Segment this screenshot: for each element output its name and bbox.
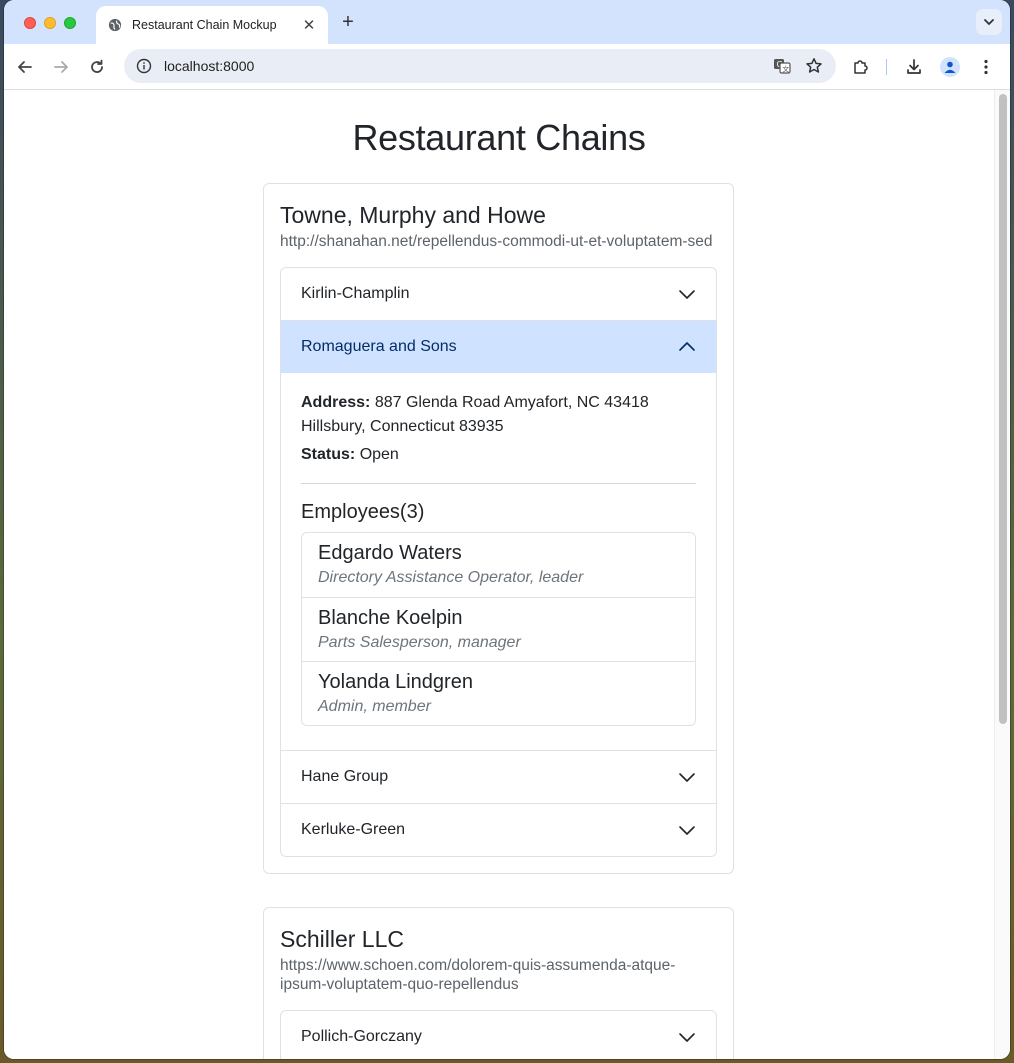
- location-item: Romaguera and Sons Address: 887 Glenda R…: [281, 320, 716, 750]
- location-item: Kerluke-Green: [281, 803, 716, 856]
- chain-name: Towne, Murphy and Howe: [280, 202, 546, 228]
- maximize-window-button[interactable]: [64, 17, 76, 29]
- downloads-button[interactable]: [903, 56, 925, 78]
- location-item: Pollich-Gorczany: [281, 1011, 716, 1059]
- status-label: Status:: [301, 446, 356, 463]
- location-header-kirlin-champlin[interactable]: Kirlin-Champlin: [281, 268, 716, 320]
- window-controls: [24, 17, 76, 29]
- locations-accordion: Kirlin-Champlin Romaguera and Sons Addre…: [280, 267, 717, 857]
- status-value: Open: [359, 446, 399, 463]
- chevron-down-icon: [679, 826, 695, 835]
- scrollbar-thumb[interactable]: [999, 94, 1007, 724]
- avatar: [940, 57, 960, 77]
- chevron-down-icon: [679, 290, 695, 299]
- toolbar-separator: [886, 59, 887, 75]
- translate-button[interactable]: G 文: [772, 56, 792, 76]
- bookmark-button[interactable]: [804, 56, 824, 76]
- page-title: Restaurant Chains: [352, 117, 646, 158]
- more-vert-icon: [984, 59, 988, 75]
- reload-icon: [91, 59, 103, 73]
- employee-list: Edgardo Waters Directory Assistance Oper…: [301, 532, 696, 726]
- minimize-window-button[interactable]: [44, 17, 56, 29]
- svg-text:文: 文: [782, 65, 789, 74]
- browser-window: Restaurant Chain Mockup ✕ + localhost:80…: [4, 0, 1010, 1059]
- close-window-button[interactable]: [24, 17, 36, 29]
- employee-role: Admin, member: [318, 698, 431, 715]
- page-content: Restaurant Chains Towne, Murphy and Howe…: [4, 90, 994, 1059]
- employee-item: Yolanda Lindgren Admin, member: [302, 661, 695, 725]
- location-header-hane-group[interactable]: Hane Group: [281, 751, 716, 803]
- address-line: Address: 887 Glenda Road Amyafort, NC 43…: [301, 391, 696, 439]
- employee-name: Yolanda Lindgren: [318, 671, 473, 693]
- browser-tab-active[interactable]: Restaurant Chain Mockup ✕: [96, 6, 328, 44]
- location-header-kerluke-green[interactable]: Kerluke-Green: [281, 804, 716, 856]
- tab-search-button[interactable]: [976, 9, 1002, 35]
- reload-button[interactable]: [86, 56, 108, 78]
- location-name: Kerluke-Green: [301, 821, 406, 838]
- employees-title: Employees(3): [301, 501, 425, 523]
- tab-close-icon[interactable]: ✕: [300, 16, 318, 34]
- divider: [301, 483, 696, 484]
- employee-name: Blanche Koelpin: [318, 607, 463, 629]
- chevron-down-icon: [984, 19, 994, 26]
- address-label: Address:: [301, 394, 371, 411]
- arrow-right-icon: [54, 61, 68, 73]
- person-icon: [944, 61, 956, 73]
- site-info-icon[interactable]: [136, 58, 152, 74]
- chain-name: Schiller LLC: [280, 926, 404, 952]
- globe-icon: [108, 18, 122, 32]
- puzzle-piece-icon: [854, 60, 868, 74]
- location-name: Romaguera and Sons: [301, 338, 457, 355]
- chain-card: Schiller LLC https://www.schoen.com/dolo…: [263, 907, 734, 1059]
- employee-name: Edgardo Waters: [318, 542, 462, 564]
- location-name: Kirlin-Champlin: [301, 285, 410, 302]
- employee-item: Blanche Koelpin Parts Salesperson, manag…: [302, 597, 695, 661]
- tab-title: Restaurant Chain Mockup: [132, 18, 277, 32]
- status-line: Status: Open: [301, 443, 696, 467]
- translate-icon: G 文: [774, 59, 791, 74]
- star-icon: [806, 58, 822, 73]
- location-item: Kirlin-Champlin: [281, 268, 716, 320]
- address-bar[interactable]: localhost:8000 G 文: [124, 49, 836, 83]
- locations-accordion: Pollich-Gorczany: [280, 1010, 717, 1059]
- employee-role: Parts Salesperson, manager: [318, 634, 521, 651]
- chain-url: http://shanahan.net/repellendus-commodi-…: [280, 233, 713, 250]
- browser-menu-button[interactable]: [975, 56, 997, 78]
- chevron-down-icon: [679, 1033, 695, 1042]
- employee-item: Edgardo Waters Directory Assistance Oper…: [302, 533, 695, 597]
- chevron-up-icon: [679, 342, 695, 351]
- tab-strip: Restaurant Chain Mockup ✕ +: [4, 0, 1010, 44]
- browser-toolbar: localhost:8000 G 文: [4, 44, 1010, 90]
- location-name: Pollich-Gorczany: [301, 1028, 422, 1045]
- page-scrollbar[interactable]: [994, 90, 1010, 1059]
- location-details: Address: 887 Glenda Road Amyafort, NC 43…: [281, 373, 716, 750]
- new-tab-button[interactable]: +: [338, 11, 358, 34]
- arrow-left-icon: [18, 61, 32, 73]
- profile-button[interactable]: [939, 56, 961, 78]
- employee-role: Directory Assistance Operator, leader: [318, 569, 584, 586]
- location-header-romaguera-and-sons[interactable]: Romaguera and Sons: [281, 321, 716, 373]
- chain-card: Towne, Murphy and Howe http://shanahan.n…: [263, 183, 734, 874]
- url-text[interactable]: localhost:8000: [164, 58, 772, 74]
- chain-url: https://www.schoen.com/dolorem-quis-assu…: [280, 957, 676, 993]
- location-item: Hane Group: [281, 750, 716, 803]
- chevron-down-icon: [679, 773, 695, 782]
- extensions-button[interactable]: [850, 56, 872, 78]
- download-icon: [907, 59, 921, 74]
- location-header-pollich-gorczany[interactable]: Pollich-Gorczany: [281, 1011, 716, 1059]
- back-button[interactable]: [14, 56, 36, 78]
- forward-button[interactable]: [50, 56, 72, 78]
- location-name: Hane Group: [301, 768, 389, 785]
